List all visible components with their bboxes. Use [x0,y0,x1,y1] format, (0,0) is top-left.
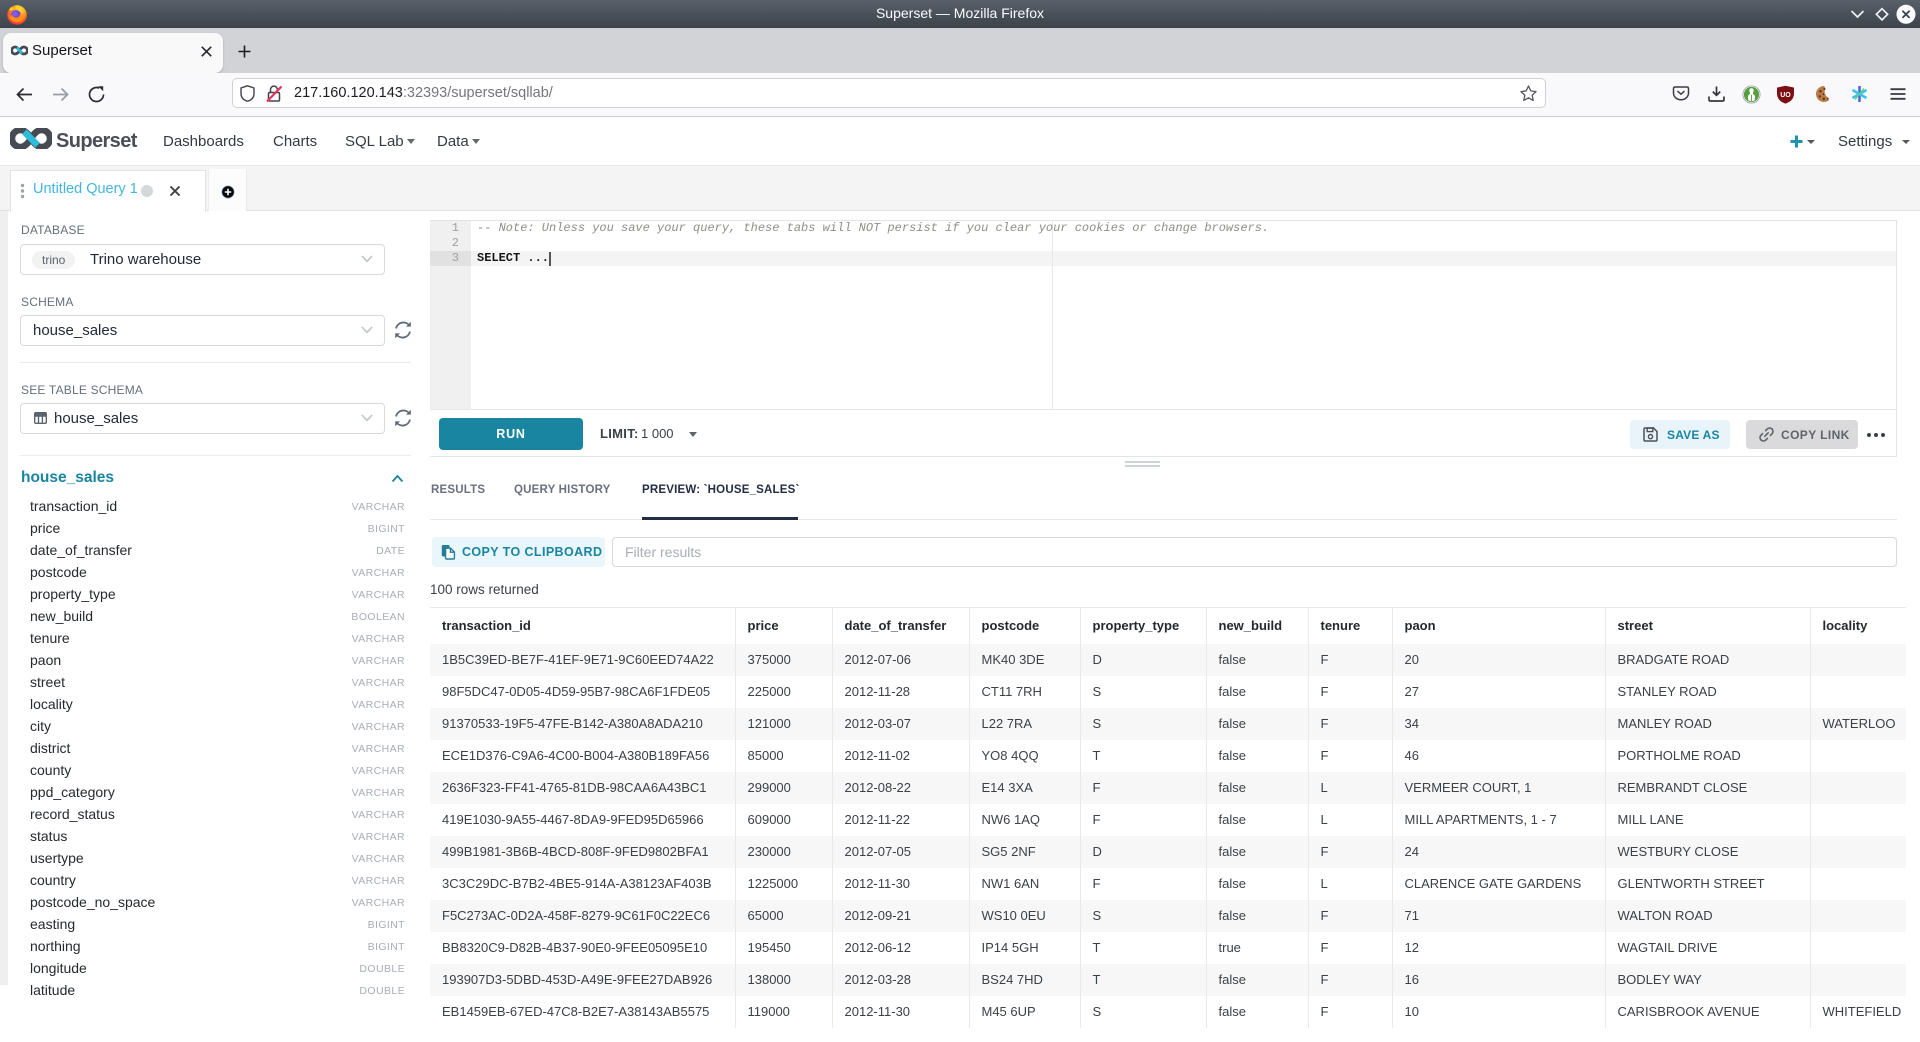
svg-text:UO: UO [1780,92,1791,99]
